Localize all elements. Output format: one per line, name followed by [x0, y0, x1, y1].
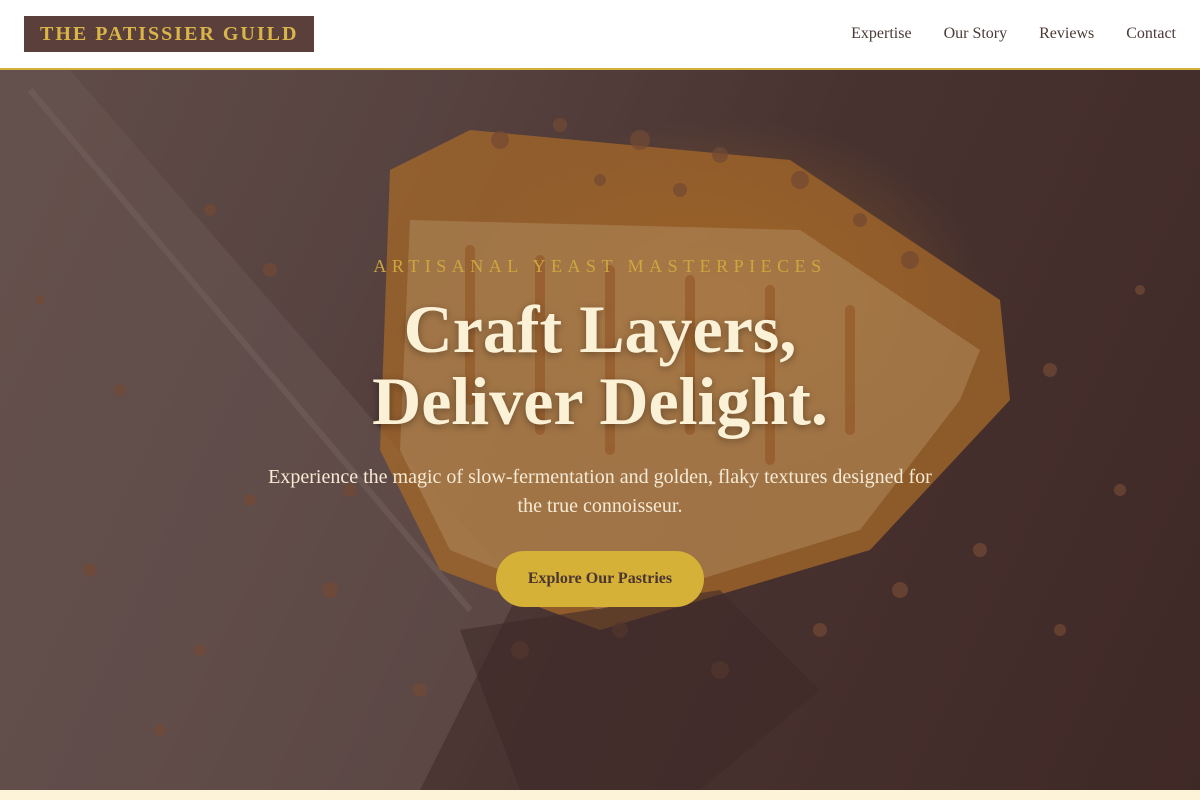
nav-link-contact[interactable]: Contact	[1126, 25, 1176, 43]
hero-section: ARTISANAL YEAST MASTERPIECES Craft Layer…	[0, 70, 1200, 790]
hero-headline-line-1: Craft Layers,	[403, 291, 797, 367]
hero-headline: Craft Layers, Deliver Delight.	[372, 293, 828, 437]
main-nav: Expertise Our Story Reviews Contact	[851, 25, 1176, 43]
nav-link-expertise[interactable]: Expertise	[851, 25, 911, 43]
hero-eyebrow: ARTISANAL YEAST MASTERPIECES	[373, 256, 827, 276]
brand-logo[interactable]: THE PATISSIER GUILD	[24, 16, 315, 52]
explore-pastries-button[interactable]: Explore Our Pastries	[495, 551, 705, 607]
hero-subtext: Experience the magic of slow-fermentatio…	[268, 466, 932, 517]
top-nav-bar: THE PATISSIER GUILD Expertise Our Story …	[0, 0, 1200, 70]
nav-link-reviews[interactable]: Reviews	[1039, 25, 1094, 43]
hero-content: ARTISANAL YEAST MASTERPIECES Craft Layer…	[0, 70, 1200, 790]
nav-link-our-story[interactable]: Our Story	[944, 25, 1008, 43]
next-section-edge	[0, 790, 1200, 800]
hero-headline-line-2: Deliver Delight.	[372, 363, 828, 439]
